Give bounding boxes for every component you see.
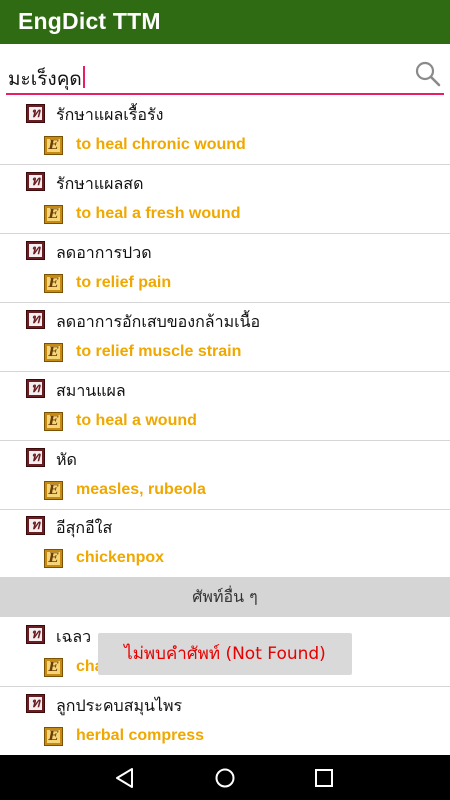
thai-word: รักษาแผลสด: [56, 174, 144, 193]
thai-badge-icon: ท: [26, 104, 45, 123]
recents-icon[interactable]: [314, 768, 334, 788]
thai-word: ลดอาการอักเสบของกล้ามเนื้อ: [56, 312, 261, 331]
home-icon[interactable]: [214, 767, 236, 789]
search-bar: มะเร็งคุด: [0, 44, 450, 100]
thai-word: เฉลว: [56, 627, 92, 646]
section-header-other-words: ศัพท์อื่น ๆ: [0, 577, 450, 617]
thai-badge-icon: ท: [26, 625, 45, 644]
english-badge-icon: E: [44, 412, 63, 431]
english-badge-icon: E: [44, 727, 63, 746]
back-icon[interactable]: [114, 767, 136, 789]
app-title: EngDict TTM: [18, 8, 161, 34]
search-input[interactable]: มะเร็งคุด: [8, 64, 85, 94]
english-translation: chickenpox: [76, 549, 165, 566]
search-icon[interactable]: [414, 60, 442, 88]
english-badge-icon: E: [44, 658, 63, 677]
english-translation: to heal chronic wound: [76, 136, 246, 153]
thai-badge-icon: ท: [26, 310, 45, 329]
list-item[interactable]: ท รักษาแผลเรื้อรัง E to heal chronic wou…: [0, 100, 450, 164]
english-badge-icon: E: [44, 205, 63, 224]
thai-word: หัด: [56, 450, 77, 469]
list-item[interactable]: ท สมานแผล E to heal a wound: [0, 372, 450, 440]
english-translation: to relief muscle strain: [76, 343, 242, 360]
thai-badge-icon: ท: [26, 694, 45, 713]
english-translation: to heal a fresh wound: [76, 205, 241, 222]
english-badge-icon: E: [44, 481, 63, 500]
thai-badge-icon: ท: [26, 516, 45, 535]
system-nav-bar: [0, 755, 450, 800]
search-underline: [6, 93, 444, 95]
english-translation: to relief pain: [76, 274, 172, 291]
thai-word: ลดอาการปวด: [56, 243, 152, 262]
english-badge-icon: E: [44, 136, 63, 155]
list-item[interactable]: ท รักษาแผลสด E to heal a fresh wound: [0, 165, 450, 233]
thai-badge-icon: ท: [26, 448, 45, 467]
english-badge-icon: E: [44, 549, 63, 568]
thai-badge-icon: ท: [26, 172, 45, 191]
thai-word: อีสุกอีใส: [56, 518, 113, 537]
english-badge-icon: E: [44, 274, 63, 293]
list-item[interactable]: ท ลูกประคบสมุนไพร E herbal compress: [0, 687, 450, 755]
list-item[interactable]: ท อีสุกอีใส E chickenpox: [0, 510, 450, 577]
not-found-toast: ไม่พบคำศัพท์ (Not Found): [98, 633, 352, 675]
english-translation: herbal compress: [76, 727, 205, 744]
thai-word: รักษาแผลเรื้อรัง: [56, 105, 164, 124]
thai-badge-icon: ท: [26, 379, 45, 398]
app-bar: EngDict TTM: [0, 0, 450, 44]
search-input-value: มะเร็งคุด: [8, 68, 82, 90]
thai-word: ลูกประคบสมุนไพร: [56, 696, 183, 715]
thai-badge-icon: ท: [26, 241, 45, 260]
english-translation: measles, rubeola: [76, 481, 206, 498]
list-item[interactable]: ท หัด E measles, rubeola: [0, 441, 450, 509]
english-badge-icon: E: [44, 343, 63, 362]
english-translation: to heal a wound: [76, 412, 197, 429]
thai-word: สมานแผล: [56, 381, 126, 400]
list-item[interactable]: ท ลดอาการอักเสบของกล้ามเนื้อ E to relief…: [0, 303, 450, 371]
list-item[interactable]: ท ลดอาการปวด E to relief pain: [0, 234, 450, 302]
text-cursor: [82, 66, 85, 88]
